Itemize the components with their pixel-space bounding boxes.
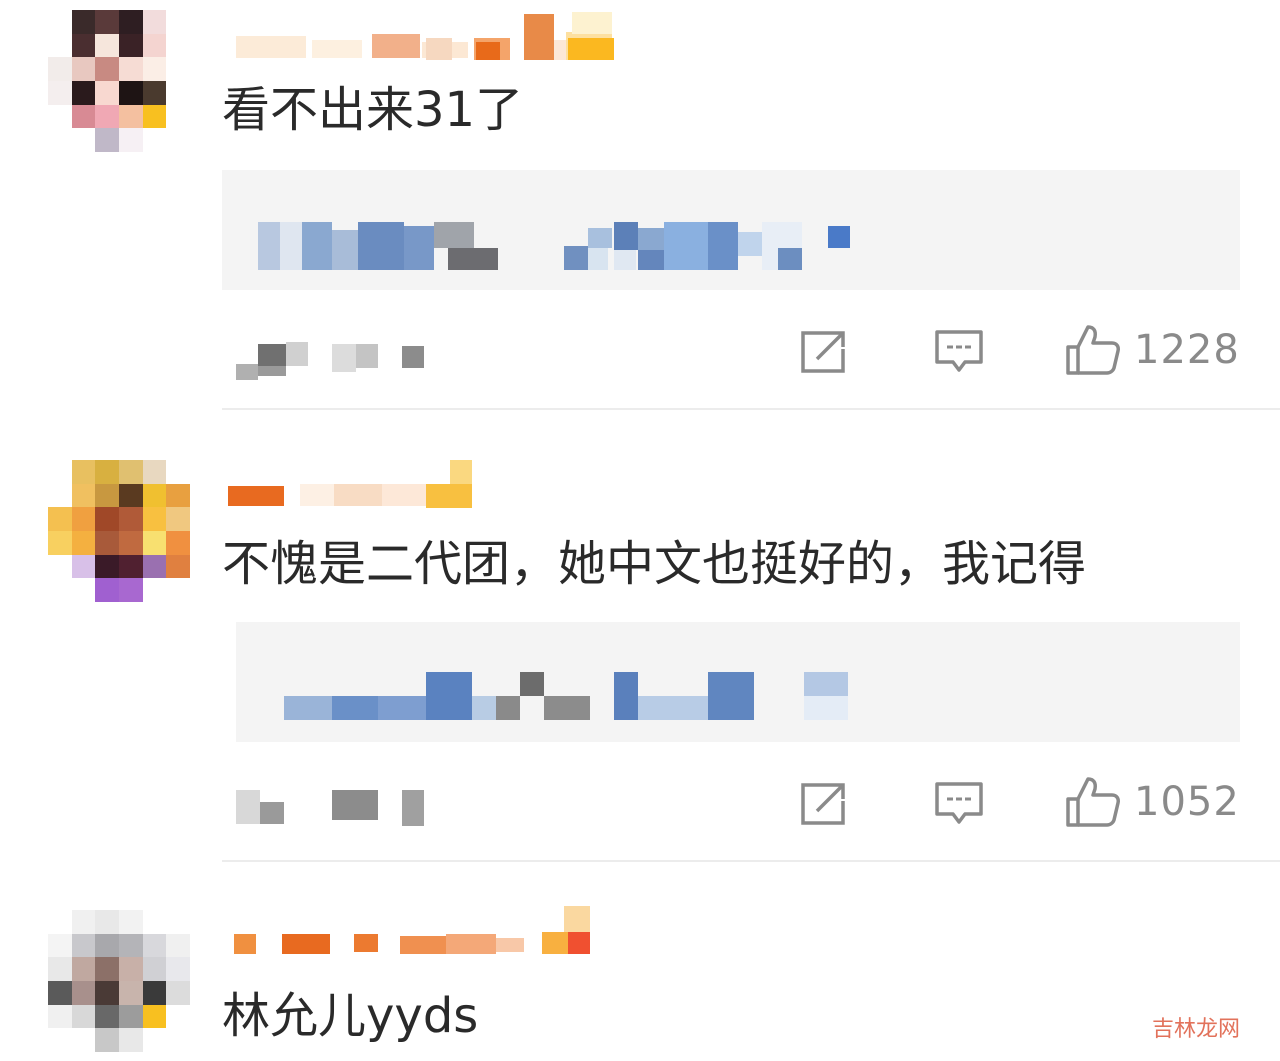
user-avatar[interactable] bbox=[48, 910, 190, 1052]
comment-icon bbox=[935, 330, 983, 372]
comment-divider bbox=[222, 860, 1280, 862]
comment-time-blurred bbox=[236, 338, 436, 382]
username-blurred[interactable] bbox=[228, 460, 488, 508]
thumbs-up-icon bbox=[1066, 777, 1120, 827]
reply-preview[interactable] bbox=[236, 622, 1240, 742]
thumbs-up-icon bbox=[1066, 325, 1120, 375]
user-avatar[interactable] bbox=[48, 460, 190, 602]
like-count: 1228 bbox=[1134, 327, 1240, 373]
comment-text: 林允儿yyds bbox=[222, 988, 479, 1044]
like-button[interactable]: 1228 bbox=[1064, 322, 1240, 378]
share-button[interactable] bbox=[796, 326, 852, 378]
share-icon bbox=[801, 331, 845, 373]
comment-text: 看不出来31了 bbox=[222, 82, 524, 138]
reply-preview-blurred bbox=[284, 672, 864, 722]
user-avatar[interactable] bbox=[48, 10, 190, 152]
comment-time-blurred bbox=[236, 790, 436, 830]
comment-feed: 看不出来31了 1228 不愧是二代团，她中文也挺好的，我记得 1052 林允儿… bbox=[0, 0, 1280, 1061]
site-watermark: 吉林龙网 bbox=[1151, 1017, 1240, 1042]
share-icon bbox=[801, 783, 845, 825]
comment-text: 不愧是二代团，她中文也挺好的，我记得 bbox=[222, 536, 1087, 592]
reply-button[interactable] bbox=[930, 326, 988, 378]
like-button[interactable]: 1052 bbox=[1064, 774, 1240, 830]
username-blurred[interactable] bbox=[234, 906, 624, 958]
comment-icon bbox=[935, 782, 983, 824]
reply-preview-blurred bbox=[258, 222, 858, 272]
like-count: 1052 bbox=[1134, 779, 1240, 825]
share-button[interactable] bbox=[796, 778, 852, 830]
reply-preview[interactable] bbox=[222, 170, 1240, 290]
comment-divider bbox=[222, 408, 1280, 410]
reply-button[interactable] bbox=[930, 778, 988, 830]
username-blurred[interactable] bbox=[232, 12, 622, 62]
